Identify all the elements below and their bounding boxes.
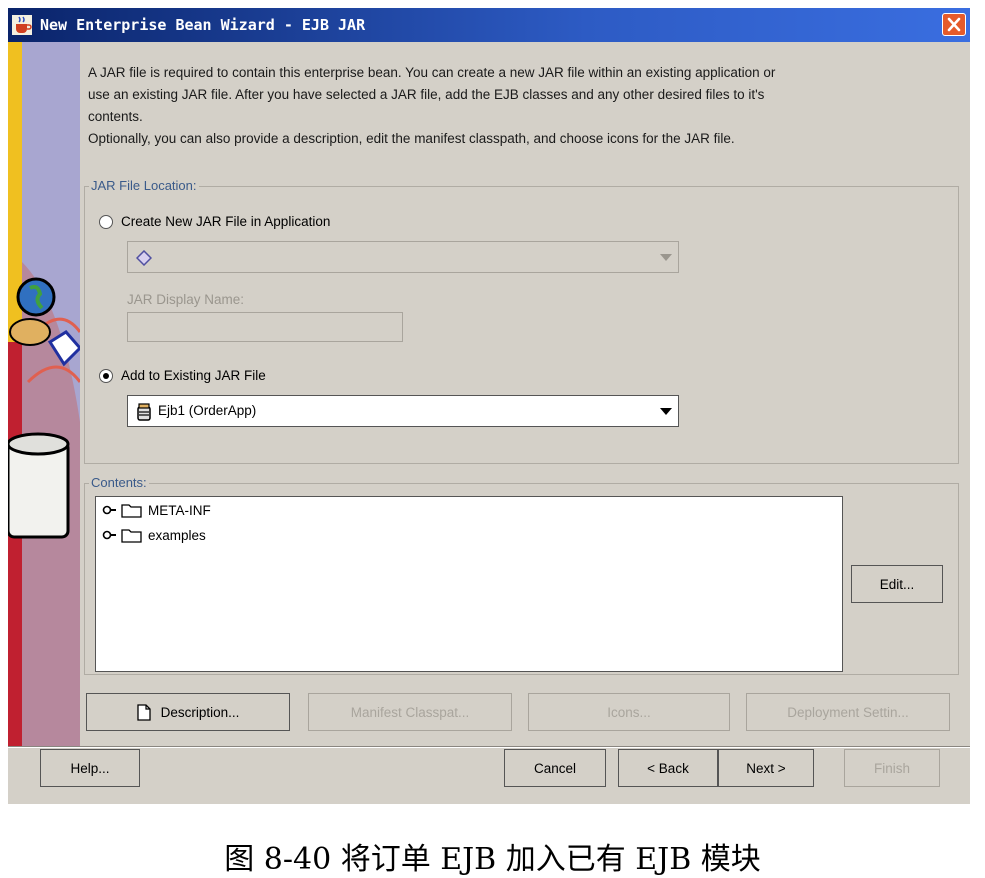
- intro-line-4: Optionally, you can also provide a descr…: [88, 131, 735, 146]
- help-button[interactable]: Help...: [40, 749, 140, 787]
- add-existing-radio-button[interactable]: [99, 368, 113, 383]
- java-cup-icon: [12, 15, 32, 35]
- help-button-label: Help...: [70, 760, 110, 776]
- next-button[interactable]: Next >: [718, 749, 814, 787]
- tree-expand-folder-icon: [102, 504, 142, 518]
- close-icon: [947, 17, 961, 32]
- tree-expand-folder-icon: [102, 529, 142, 543]
- wizard-illustration: [8, 42, 80, 746]
- existing-jar-combo[interactable]: Ejb1 (OrderApp): [127, 395, 679, 427]
- document-icon: [136, 703, 151, 721]
- tree-item-examples[interactable]: examples: [102, 525, 206, 545]
- jar-display-name-label: JAR Display Name:: [127, 292, 245, 307]
- jar-icon: [137, 403, 151, 421]
- contents-tree[interactable]: META-INF examples: [95, 496, 843, 672]
- existing-jar-value: Ejb1 (OrderApp): [158, 403, 257, 418]
- tree-item-meta-inf[interactable]: META-INF: [102, 500, 211, 520]
- description-button-label: Description...: [160, 704, 240, 720]
- add-existing-jar-radio[interactable]: Add to Existing JAR File: [99, 368, 266, 383]
- footer-separator-highlight: [8, 747, 970, 748]
- title-bar[interactable]: New Enterprise Bean Wizard - EJB JAR: [8, 8, 970, 42]
- wizard-content: A JAR file is required to contain this e…: [80, 42, 970, 746]
- back-button[interactable]: < Back: [618, 749, 718, 787]
- cancel-button-label: Cancel: [533, 760, 577, 776]
- jar-location-group: JAR File Location: Create New JAR File i…: [84, 178, 959, 464]
- create-new-jar-label: Create New JAR File in Application: [121, 214, 331, 229]
- intro-text: A JAR file is required to contain this e…: [88, 62, 968, 150]
- wizard-sidebar-graphic: [8, 42, 80, 746]
- next-button-label: Next >: [746, 760, 786, 776]
- finish-button-label: Finish: [873, 760, 910, 776]
- intro-line-1: A JAR file is required to contain this e…: [88, 65, 776, 80]
- chevron-down-icon: [660, 254, 672, 261]
- figure-caption: 图 8-40 将订单 EJB 加入已有 EJB 模块: [224, 842, 761, 877]
- contents-legend: Contents:: [89, 475, 149, 490]
- edit-button[interactable]: Edit...: [851, 565, 943, 603]
- jar-display-name-field[interactable]: [127, 312, 403, 342]
- cancel-button[interactable]: Cancel: [504, 749, 606, 787]
- icons-button[interactable]: Icons...: [528, 693, 730, 731]
- create-new-jar-radio[interactable]: Create New JAR File in Application: [99, 214, 330, 229]
- contents-group: Contents: META-INF examples Edit...: [84, 475, 959, 675]
- description-button[interactable]: Description...: [86, 693, 290, 731]
- window-title: New Enterprise Bean Wizard - EJB JAR: [40, 16, 366, 34]
- manifest-classpath-button[interactable]: Manifest Classpat...: [308, 693, 512, 731]
- finish-button[interactable]: Finish: [844, 749, 940, 787]
- intro-line-3: contents.: [88, 109, 143, 124]
- jar-location-legend: JAR File Location:: [89, 178, 199, 193]
- wizard-window: New Enterprise Bean Wizard - EJB JAR A J…: [8, 8, 970, 804]
- application-diamond-icon: [136, 250, 152, 266]
- add-existing-jar-label: Add to Existing JAR File: [121, 368, 266, 383]
- create-new-radio-button[interactable]: [99, 214, 113, 229]
- application-combo[interactable]: [127, 241, 679, 273]
- back-button-label: < Back: [647, 760, 689, 776]
- intro-line-2: use an existing JAR file. After you have…: [88, 87, 765, 102]
- deployment-settings-button[interactable]: Deployment Settin...: [746, 693, 950, 731]
- chevron-down-icon: [660, 408, 672, 415]
- tree-item-label: examples: [148, 527, 206, 543]
- close-button[interactable]: [942, 13, 966, 36]
- tree-item-label: META-INF: [148, 502, 211, 518]
